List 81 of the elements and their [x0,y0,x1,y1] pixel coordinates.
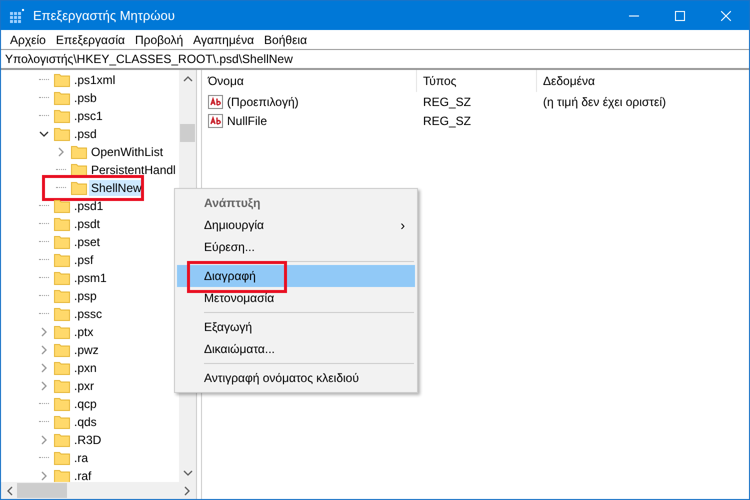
scroll-down-icon[interactable] [182,468,192,478]
folder-icon [54,73,70,87]
folder-icon [54,109,70,123]
menu-entry[interactable]: Εύρεση... [177,236,415,258]
value-name[interactable]: NullFile [227,114,268,128]
scroll-right-icon[interactable] [182,486,192,496]
menu-entry[interactable]: Μετονομασία [177,287,415,309]
folder-icon [54,379,70,393]
folder-icon [54,91,70,105]
tree-item[interactable]: .psd1 [72,198,106,214]
folder-icon [54,127,70,141]
folder-icon [54,271,70,285]
folder-icon [54,307,70,321]
folder-icon [54,343,70,357]
folder-icon [54,235,70,249]
column-header[interactable]: Όνομα [202,70,417,92]
string-value-icon [208,94,224,108]
scroll-thumb[interactable] [180,124,195,142]
horizontal-scrollbar[interactable] [1,482,196,499]
menu-entry[interactable]: Διαγραφή [177,265,415,287]
tree-item[interactable]: .pwz [72,342,101,358]
menu-item[interactable]: Προβολή [130,32,188,46]
registry-icon [9,8,25,24]
window-title: Επεξεργαστής Μητρώου [33,8,176,23]
tree-item[interactable]: ShellNew [89,180,144,196]
menu-entry[interactable]: Ανάπτυξη [177,192,415,214]
tree-item[interactable]: .psf [72,252,96,268]
menu-entry[interactable]: Δημιουργία [204,218,400,232]
tree-item[interactable]: .ra [72,450,90,466]
tree-item[interactable]: .psc1 [72,108,105,124]
submenu-arrow: › [400,217,405,233]
tree-item[interactable]: .raf [72,468,94,482]
scroll-thumb[interactable] [17,483,67,498]
folder-icon [54,451,70,465]
maximize-icon [675,10,685,20]
scroll-left-icon[interactable] [5,486,15,496]
folder-icon [71,145,87,159]
tree-item[interactable]: .qcp [72,396,99,412]
folder-icon [54,217,70,231]
folder-icon [54,289,70,303]
menu-item[interactable]: Αγαπημένα [188,32,260,46]
folder-icon [54,415,70,429]
folder-icon [54,199,70,213]
value-name[interactable]: (Προεπιλογή) [227,94,299,108]
menu-entry[interactable]: Δικαιώματα... [177,338,415,360]
folder-icon [54,361,70,375]
folder-icon [54,397,70,411]
table-cell-text: REG_SZ [422,94,472,108]
tree-item[interactable]: .psd [72,126,99,142]
scroll-up-icon[interactable] [182,74,192,84]
tree-item[interactable]: PersistentHandl [89,162,178,178]
column-header[interactable]: Δεδομένα [537,70,749,92]
folder-icon [71,163,87,177]
tree-item[interactable]: .pxn [72,360,99,376]
table-cell-text: (η τιμή δεν έχει οριστεί) [542,94,668,108]
folder-icon [54,433,70,447]
tree-item[interactable]: .ptx [72,324,96,340]
tree-item[interactable]: OpenWithList [89,144,166,160]
tree-item[interactable]: .R3D [72,432,104,448]
tree-item[interactable]: .qds [72,414,99,430]
tree-item[interactable]: .psdt [72,216,102,232]
tree-item[interactable]: .psp [72,288,99,304]
close-icon [721,10,731,20]
menu-entry[interactable]: Εξαγωγή [177,316,415,338]
column-header[interactable]: Τύπος [417,70,537,92]
tree-item[interactable]: .psm1 [72,270,109,286]
tree-item[interactable]: .pssc [72,306,104,322]
menu-item[interactable]: Βοήθεια [259,32,312,46]
tree-item[interactable]: .psb [72,90,99,106]
string-value-icon [208,114,224,128]
menu-entry[interactable]: Αντιγραφή ονόματος κλειδιού [177,367,415,389]
table-cell-text: REG_SZ [422,114,472,128]
menu-item[interactable]: Επεξεργασία [50,32,130,46]
tree-item[interactable]: .ps1xml [72,72,118,88]
folder-icon [71,181,87,195]
address-field[interactable]: Υπολογιστής\HKEY_CLASSES_ROOT\.psd\ShellNew [1,49,749,70]
tree-item[interactable]: .pxr [72,378,96,394]
tree-item[interactable]: .pset [72,234,102,250]
folder-icon [54,325,70,339]
menu-item[interactable]: Αρχείο [5,32,51,46]
folder-icon [54,253,70,267]
